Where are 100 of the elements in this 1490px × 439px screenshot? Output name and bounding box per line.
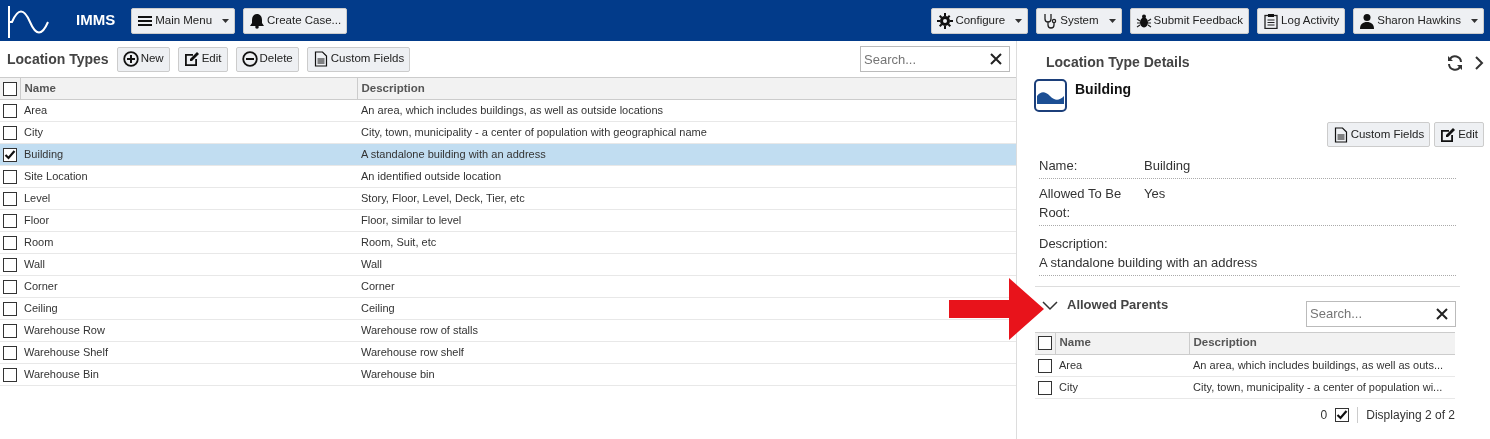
- toolbar-button[interactable]: Edit: [1434, 122, 1484, 147]
- close-icon[interactable]: [1436, 307, 1448, 320]
- item-title: Building: [1075, 80, 1131, 99]
- close-icon[interactable]: [990, 53, 1002, 65]
- chevron-right-icon[interactable]: [1474, 55, 1484, 70]
- table-cell: Floor: [24, 214, 50, 227]
- field-value: A standalone building with an address: [1039, 254, 1259, 272]
- row-checkbox[interactable]: [3, 148, 17, 163]
- table-cell: Warehouse Row: [24, 324, 105, 337]
- column-header[interactable]: Description: [1193, 336, 1257, 349]
- toolbar-button[interactable]: Edit: [177, 46, 228, 72]
- table-cell: Wall: [24, 258, 45, 271]
- table-cell: Building: [24, 148, 64, 161]
- checkbox[interactable]: [1335, 407, 1350, 422]
- row-checkbox[interactable]: [1038, 380, 1052, 395]
- table-cell: Ceiling: [361, 302, 395, 315]
- select-all-checkbox[interactable]: [3, 81, 17, 96]
- clipboard-icon: [1263, 12, 1280, 29]
- table-cell: Room, Suit, etc: [361, 236, 437, 249]
- table-cell: An area, which includes buildings, as well as outs...: [1193, 358, 1444, 371]
- row-checkbox[interactable]: [3, 258, 17, 273]
- user-menu-button[interactable]: Sharon Hawkins: [1353, 7, 1484, 34]
- dropdown-button[interactable]: Main Menu: [131, 7, 236, 34]
- toolbar-button[interactable]: Create Case...: [243, 7, 348, 34]
- wave-logo-icon: [1034, 79, 1067, 112]
- field-value: Building: [1144, 157, 1191, 175]
- row-checkbox[interactable]: [1038, 358, 1052, 373]
- caret-icon: [1471, 18, 1478, 23]
- column-header[interactable]: Name: [1059, 336, 1091, 349]
- row-checkbox[interactable]: [3, 236, 17, 251]
- toolbar-button[interactable]: Custom Fields: [1326, 122, 1431, 147]
- caret-icon: [222, 18, 230, 23]
- search-field[interactable]: Search...: [860, 46, 1010, 72]
- row-checkbox[interactable]: [3, 192, 17, 207]
- section-title: Allowed Parents: [1067, 295, 1170, 314]
- settings-icon: [937, 12, 954, 29]
- toolbar-button[interactable]: Log Activity: [1257, 7, 1346, 34]
- table-cell: Level: [24, 192, 51, 205]
- edit-icon: [1440, 126, 1457, 143]
- user-icon: [1359, 12, 1376, 29]
- table-cell: Warehouse row of stalls: [361, 324, 478, 337]
- table-cell: An identified outside location: [361, 170, 502, 183]
- table-cell: Corner: [361, 280, 395, 293]
- field-label: Name:: [1039, 157, 1079, 175]
- caret-icon: [1108, 18, 1116, 23]
- column-header[interactable]: Description: [361, 81, 425, 94]
- pager-status: Displaying 2 of 2: [1366, 406, 1455, 424]
- row-checkbox[interactable]: [3, 280, 17, 295]
- table-cell: Area: [24, 104, 48, 117]
- panel-title: Location Type Details: [1046, 53, 1191, 72]
- row-checkbox[interactable]: [3, 126, 17, 141]
- search-field[interactable]: Search...: [1306, 300, 1456, 327]
- select-all-checkbox[interactable]: [1038, 336, 1052, 351]
- column-header[interactable]: Name: [24, 81, 56, 94]
- row-checkbox[interactable]: [3, 214, 17, 229]
- table-cell: Warehouse Shelf: [24, 346, 108, 359]
- row-checkbox[interactable]: [3, 346, 17, 361]
- table-cell: City: [24, 126, 43, 139]
- bell-icon: [249, 12, 266, 29]
- table-cell: Warehouse bin: [361, 368, 435, 381]
- dropdown-button[interactable]: System: [1036, 7, 1122, 34]
- table-cell: Story, Floor, Level, Deck, Tier, etc: [361, 192, 525, 205]
- toolbar-button[interactable]: Custom Fields: [306, 46, 411, 72]
- row-checkbox[interactable]: [3, 104, 17, 119]
- refresh-icon[interactable]: [1446, 53, 1464, 72]
- minus-icon: [241, 51, 258, 67]
- selected-count: 0: [1320, 406, 1328, 424]
- toolbar-button[interactable]: Delete: [235, 46, 299, 72]
- toolbar-button[interactable]: Submit Feedback: [1129, 7, 1250, 34]
- row-checkbox[interactable]: [3, 170, 17, 185]
- table-cell: A standalone building with an address: [361, 148, 546, 161]
- table-cell: Floor, similar to level: [361, 214, 462, 227]
- edit-icon: [183, 51, 200, 67]
- plus-icon: [122, 51, 139, 67]
- table-cell: Site Location: [24, 170, 88, 183]
- field-label: Allowed To Be Root:: [1039, 184, 1123, 222]
- field-label: Description:: [1039, 234, 1109, 253]
- chevron-down-icon[interactable]: [1042, 300, 1058, 311]
- row-checkbox[interactable]: [3, 302, 17, 317]
- caret-icon: [1015, 18, 1023, 23]
- document-icon: [1332, 126, 1349, 143]
- document-icon: [312, 51, 329, 67]
- table-cell: City, town, municipality - a center of population with geographical name: [361, 126, 707, 139]
- row-checkbox[interactable]: [3, 324, 17, 339]
- table-cell: Ceiling: [24, 302, 58, 315]
- dropdown-button[interactable]: Configure: [931, 7, 1029, 34]
- table-cell: Warehouse Bin: [24, 368, 99, 381]
- table-cell: City, town, municipality - a center of population wi...: [1193, 380, 1443, 393]
- toolbar-button[interactable]: New: [116, 46, 170, 72]
- panel-title: Location Types: [7, 49, 109, 69]
- table-cell: Warehouse row shelf: [361, 346, 464, 359]
- table-cell: An area, which includes buildings, as well as outside locations: [361, 104, 664, 117]
- row-checkbox[interactable]: [3, 368, 17, 383]
- table-cell: Area: [1059, 358, 1083, 371]
- bug-icon: [1135, 12, 1152, 29]
- table-cell: Room: [24, 236, 54, 249]
- table-cell: Wall: [361, 258, 382, 271]
- stethoscope-icon: [1042, 12, 1059, 29]
- field-value: Yes: [1144, 184, 1166, 203]
- app-title: IMMS: [76, 10, 116, 31]
